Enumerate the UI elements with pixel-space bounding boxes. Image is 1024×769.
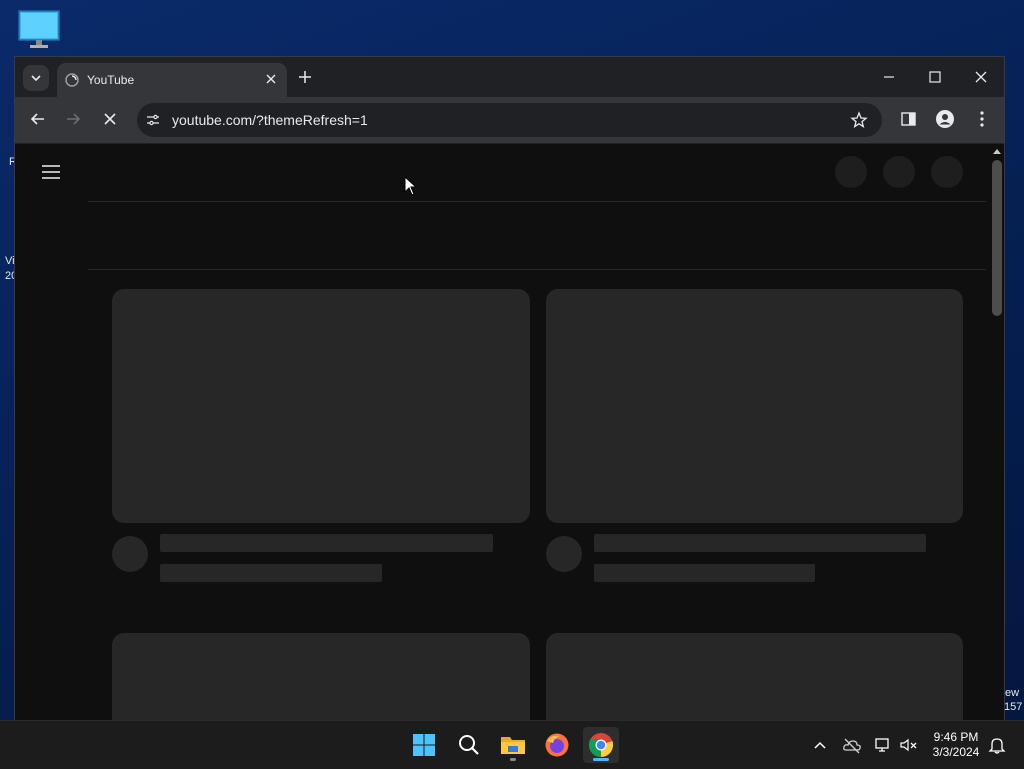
video-thumbnail-skeleton [546,289,963,523]
maximize-icon[interactable] [925,67,945,87]
plus-icon[interactable] [297,69,313,85]
profile-icon[interactable] [935,109,955,129]
page-viewport [15,144,990,721]
tab-strip: YouTube [15,57,1004,97]
clock-time: 9:46 PM [933,730,979,744]
menu-icon[interactable] [972,109,992,129]
taskbar: 9:46 PM 3/3/2024 [0,720,1024,769]
desktop-this-pc-icon[interactable] [18,10,60,50]
address-bar[interactable]: youtube.com/?themeRefresh=1 [137,103,882,137]
close-icon[interactable] [263,71,279,87]
title-skeleton-line [594,534,926,552]
meta-skeleton-line [594,564,815,582]
header-skeleton-circle [931,156,963,188]
tab-youtube[interactable]: YouTube [57,63,287,97]
volume-muted-icon[interactable] [899,735,919,755]
channel-avatar-skeleton [546,536,582,572]
tab-search-icon [31,75,41,82]
header-skeleton-circle [835,156,867,188]
header-divider [88,201,986,202]
video-thumbnail-skeleton [112,633,530,721]
search-icon [459,735,479,755]
firefox-button[interactable] [539,727,575,763]
scroll-up-arrow-icon[interactable] [993,148,1001,154]
mouse-cursor-icon [404,176,418,196]
network-icon[interactable] [873,735,893,755]
hamburger-icon[interactable] [41,164,61,180]
monitor-icon [18,10,60,48]
active-indicator [593,758,609,761]
windows-start-icon [413,734,435,756]
header-skeleton-circle [883,156,915,188]
channel-avatar-skeleton [112,536,148,572]
chevron-up-icon[interactable] [810,735,830,755]
file-explorer-button[interactable] [495,727,531,763]
meta-skeleton-line [160,564,382,582]
bell-icon[interactable] [987,735,1007,755]
firefox-icon [545,733,569,757]
chrome-button[interactable] [583,727,619,763]
video-thumbnail-skeleton [112,289,530,523]
stop-icon[interactable] [99,108,121,130]
chrome-icon [588,733,614,758]
video-thumbnail-skeleton [546,633,963,721]
tab-search-button[interactable] [23,65,49,91]
side-panel-icon[interactable] [899,109,919,129]
start-button[interactable] [406,727,442,763]
onedrive-icon[interactable] [842,735,862,755]
site-info-icon[interactable] [145,112,161,128]
title-skeleton-line [160,534,493,552]
browser-window: YouTube youtube.com/?themeRefresh=1 [14,56,1005,722]
running-indicator [510,758,516,761]
url-text: youtube.com/?themeRefresh=1 [172,112,368,128]
taskbar-clock[interactable]: 9:46 PM 3/3/2024 [928,730,984,760]
desktop-label-fragment: 157 [1004,701,1023,713]
desktop-label-fragment: ew [1005,687,1020,699]
taskbar-search-button[interactable] [451,727,487,763]
page-scrollbar[interactable] [990,144,1004,721]
file-explorer-icon [501,737,525,754]
close-window-icon[interactable] [971,67,991,87]
forward-icon[interactable] [62,108,84,130]
star-icon[interactable] [850,111,868,129]
clock-date: 3/3/2024 [932,745,980,759]
youtube-favicon [65,73,79,87]
chips-divider [88,269,986,270]
browser-toolbar: youtube.com/?themeRefresh=1 [15,97,1004,143]
minimize-icon[interactable] [879,67,899,87]
tab-title: YouTube [87,73,135,87]
back-icon[interactable] [27,108,49,130]
scrollbar-thumb[interactable] [992,160,1002,316]
